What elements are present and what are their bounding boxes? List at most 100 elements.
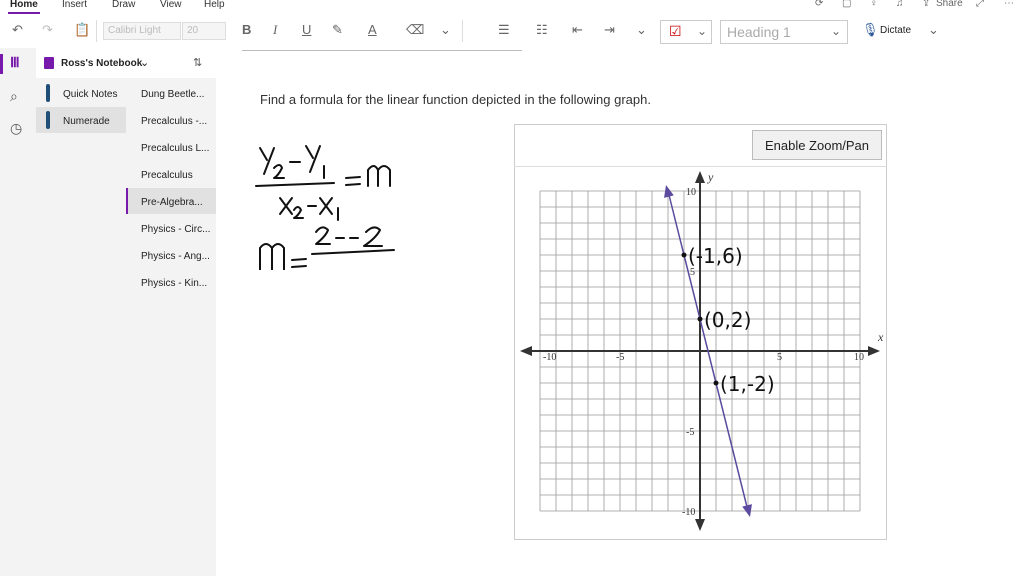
section-label: Quick Notes	[63, 89, 118, 100]
ink-stroke	[259, 147, 275, 175]
lightbulb-icon[interactable]: ♀	[870, 0, 878, 9]
point-label: (1,-2)	[720, 372, 775, 396]
chevron-down-icon: ⌄	[697, 24, 708, 38]
x-tick-label: -10	[543, 352, 556, 363]
page-item[interactable]: Precalculus	[126, 161, 216, 187]
section-label: Numerade	[63, 116, 110, 127]
x-axis-arrow-left	[520, 346, 532, 356]
chevron-down-icon: ⌄	[140, 57, 150, 69]
more-icon[interactable]: ⋯	[1004, 0, 1014, 9]
section-quick-notes[interactable]: Quick Notes	[36, 80, 126, 106]
ink-stroke	[259, 243, 285, 270]
clear-format-icon[interactable]: ⌫	[406, 22, 424, 38]
page-item[interactable]: Physics - Kin...	[126, 269, 216, 295]
font-name-select[interactable]: Calibri Light	[103, 22, 181, 40]
tag-select[interactable]: ☑ ⌄	[660, 20, 712, 44]
x-axis-arrow-right	[868, 346, 880, 356]
tab-draw[interactable]: Draw	[112, 0, 135, 10]
divider	[462, 20, 463, 42]
x-tick-label: 5	[777, 352, 782, 363]
sync-icon[interactable]: ⟳	[815, 0, 823, 9]
highlight-icon[interactable]: ✎	[332, 22, 343, 38]
numbering-icon[interactable]: ☷	[536, 22, 548, 38]
line-arrow-bottom	[742, 504, 752, 517]
chevron-down-icon: ⌄	[830, 24, 841, 38]
chevron-down-icon[interactable]: ⌄	[928, 22, 939, 38]
y-axis-arrow-down	[695, 519, 705, 531]
y-tick-label: -10	[682, 507, 695, 518]
tab-view[interactable]: View	[160, 0, 182, 10]
ink-stroke	[291, 258, 307, 268]
share-button[interactable]: Share	[936, 0, 963, 9]
italic-button[interactable]: I	[273, 22, 277, 38]
handwritten-formula	[255, 145, 395, 270]
sort-icon[interactable]: ⇅	[193, 56, 202, 69]
point-marker	[713, 380, 719, 386]
ink-stroke	[315, 226, 331, 245]
recent-icon[interactable]: ◷	[10, 120, 22, 137]
y-tick-label: 5	[690, 267, 695, 278]
underline-button[interactable]: U	[302, 22, 311, 37]
page-icon[interactable]: ▢	[842, 0, 851, 9]
enable-zoom-pan-button[interactable]: Enable Zoom/Pan	[752, 130, 882, 160]
tab-home[interactable]: Home	[10, 0, 38, 10]
section-numerade[interactable]: Numerade	[36, 107, 126, 133]
ribbon-tabs: Home Insert Draw View Help ⟳ ▢ ♀ ♫ ⇪ Sha…	[0, 0, 1024, 14]
sections-list: Quick Notes Numerade	[36, 78, 126, 576]
page-item[interactable]: Dung Beetle...	[126, 80, 216, 106]
share-icon[interactable]: ⇪	[922, 0, 930, 9]
notebook-header[interactable]: Ross's Notebook ⌄ ⇅	[36, 48, 216, 78]
outdent-icon[interactable]: ⇤	[572, 22, 583, 38]
line-arrow-top	[664, 185, 674, 198]
dictate-button[interactable]: Dictate	[880, 25, 911, 36]
tab-insert[interactable]: Insert	[62, 0, 87, 10]
checkbox-icon: ☑	[669, 23, 682, 39]
bold-button[interactable]: B	[242, 22, 251, 37]
pages-list: Dung Beetle... Precalculus -... Precalcu…	[126, 78, 216, 576]
y-tick-label: -5	[686, 427, 694, 438]
font-size-select[interactable]: 20	[182, 22, 226, 40]
ink-stroke	[363, 226, 383, 247]
point-marker	[697, 316, 703, 322]
page-item[interactable]: Physics - Ang...	[126, 242, 216, 268]
page-item[interactable]: Physics - Circ...	[126, 215, 216, 241]
bell-icon[interactable]: ♫	[896, 0, 904, 9]
style-value: Heading 1	[727, 24, 791, 40]
x-tick-label: 10	[854, 352, 864, 363]
nav-rail: Ⅲ ⌕ ◷	[0, 48, 36, 576]
ink-stroke	[367, 165, 391, 187]
coordinate-graph: -10 -5 5 10 10 5 -5 -10 x y (-1,6) (0,2) (1,-2)	[520, 170, 884, 531]
page-item-active[interactable]: Pre-Algebra...	[126, 188, 216, 214]
bullets-icon[interactable]: ☰	[498, 22, 510, 38]
clipboard-icon[interactable]: 📋	[74, 22, 90, 38]
page-title-line	[242, 50, 522, 51]
notebook-name: Ross's Notebook	[61, 58, 143, 69]
notebook-icon	[44, 57, 54, 69]
microphone-icon[interactable]: 🎙	[862, 22, 879, 38]
ink-stroke	[311, 249, 395, 255]
page-item[interactable]: Precalculus L...	[126, 134, 216, 160]
point-label: (-1,6)	[688, 244, 743, 268]
indent-icon[interactable]: ⇥	[604, 22, 615, 38]
ink-stroke	[293, 206, 304, 219]
ribbon-toolbar: ↶ ↷ 📋 Calibri Light 20 B I U ✎ A ⌫ ⌄ ☰ ☷…	[0, 14, 1024, 48]
expand-icon[interactable]: ⤢	[976, 0, 984, 9]
question-text: Find a formula for the linear function d…	[260, 92, 651, 107]
undo-icon[interactable]: ↶	[12, 22, 23, 38]
section-color-tab	[46, 111, 50, 129]
ink-stroke	[345, 176, 361, 186]
font-color-icon[interactable]: A	[368, 22, 377, 37]
notebooks-icon[interactable]: Ⅲ	[10, 54, 20, 71]
chevron-down-icon[interactable]: ⌄	[440, 22, 451, 38]
tab-help[interactable]: Help	[204, 0, 225, 10]
chevron-down-icon[interactable]: ⌄	[636, 22, 647, 38]
section-color-tab	[46, 84, 50, 102]
search-icon[interactable]: ⌕	[10, 88, 18, 105]
y-axis-label: y	[707, 170, 714, 184]
rail-selected-indicator	[0, 54, 3, 74]
ink-stroke	[319, 197, 333, 215]
redo-icon[interactable]: ↷	[42, 22, 53, 38]
point-marker	[681, 252, 687, 258]
page-item[interactable]: Precalculus -...	[126, 107, 216, 133]
style-select[interactable]: Heading 1 ⌄	[720, 20, 848, 44]
